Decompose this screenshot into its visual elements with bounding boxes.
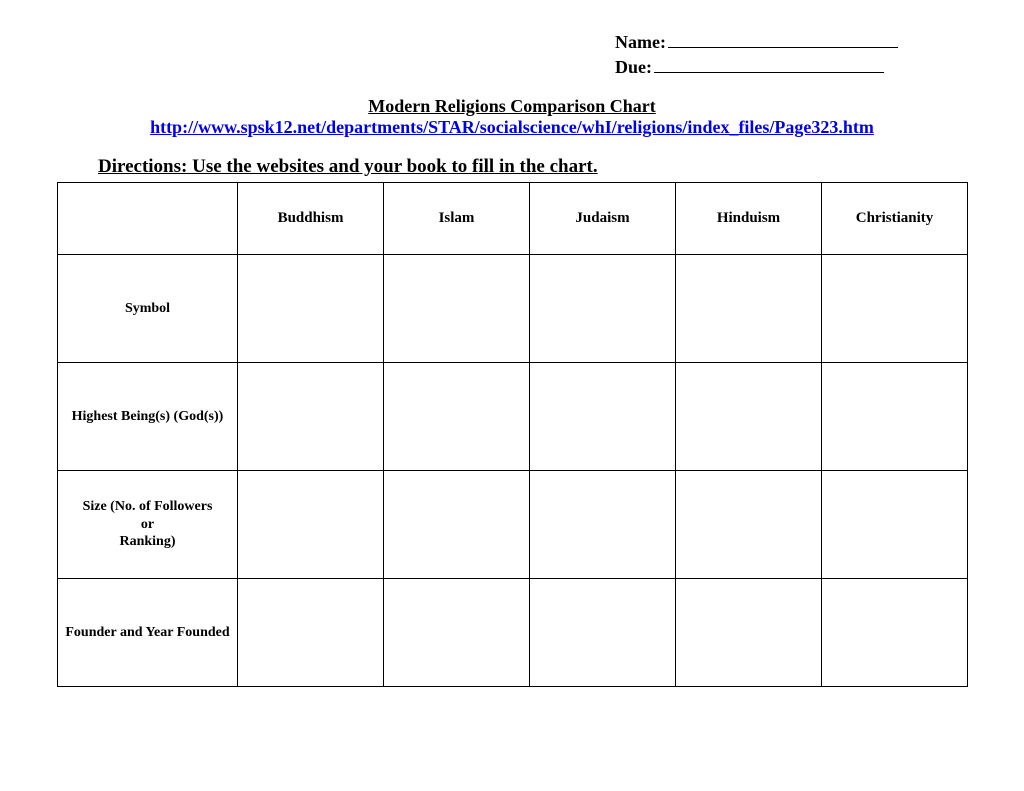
name-blank-line bbox=[668, 30, 898, 48]
header-fields: Name: Due: bbox=[615, 30, 964, 78]
cell bbox=[384, 363, 530, 471]
due-row: Due: bbox=[615, 55, 964, 78]
cell bbox=[384, 471, 530, 579]
row-label-size-line3: Ranking) bbox=[119, 534, 175, 549]
row-label-founder: Founder and Year Founded bbox=[58, 579, 238, 687]
directions-text: Directions: Use the websites and your bo… bbox=[98, 156, 964, 178]
row-label-highest-being: Highest Being(s) (God(s)) bbox=[58, 363, 238, 471]
row-label-size-line2: or bbox=[141, 517, 154, 532]
cell bbox=[676, 255, 822, 363]
cell bbox=[822, 363, 968, 471]
page-title: Modern Religions Comparison Chart bbox=[60, 96, 964, 117]
col-christianity: Christianity bbox=[822, 183, 968, 255]
table-row: Symbol bbox=[58, 255, 968, 363]
cell bbox=[238, 471, 384, 579]
cell bbox=[530, 363, 676, 471]
cell bbox=[822, 255, 968, 363]
table-header-row: Buddhism Islam Judaism Hinduism Christia… bbox=[58, 183, 968, 255]
cell bbox=[676, 471, 822, 579]
cell bbox=[530, 471, 676, 579]
due-label: Due: bbox=[615, 57, 652, 78]
cell bbox=[822, 471, 968, 579]
row-label-size: Size (No. of Followers or Ranking) bbox=[58, 471, 238, 579]
row-label-symbol: Symbol bbox=[58, 255, 238, 363]
cell bbox=[530, 579, 676, 687]
cell bbox=[238, 579, 384, 687]
cell bbox=[676, 363, 822, 471]
cell bbox=[530, 255, 676, 363]
due-blank-line bbox=[654, 55, 884, 73]
col-hinduism: Hinduism bbox=[676, 183, 822, 255]
cell bbox=[238, 363, 384, 471]
cell bbox=[384, 255, 530, 363]
cell bbox=[238, 255, 384, 363]
col-buddhism: Buddhism bbox=[238, 183, 384, 255]
name-label: Name: bbox=[615, 32, 666, 53]
title-block: Modern Religions Comparison Chart http:/… bbox=[60, 96, 964, 138]
comparison-table: Buddhism Islam Judaism Hinduism Christia… bbox=[57, 182, 968, 687]
table-row: Size (No. of Followers or Ranking) bbox=[58, 471, 968, 579]
col-islam: Islam bbox=[384, 183, 530, 255]
table-row: Highest Being(s) (God(s)) bbox=[58, 363, 968, 471]
row-label-size-line1: Size (No. of Followers bbox=[83, 499, 213, 514]
table-corner-cell bbox=[58, 183, 238, 255]
col-judaism: Judaism bbox=[530, 183, 676, 255]
table-row: Founder and Year Founded bbox=[58, 579, 968, 687]
cell bbox=[822, 579, 968, 687]
cell bbox=[676, 579, 822, 687]
name-row: Name: bbox=[615, 30, 964, 53]
reference-url-link[interactable]: http://www.spsk12.net/departments/STAR/s… bbox=[150, 117, 874, 137]
cell bbox=[384, 579, 530, 687]
